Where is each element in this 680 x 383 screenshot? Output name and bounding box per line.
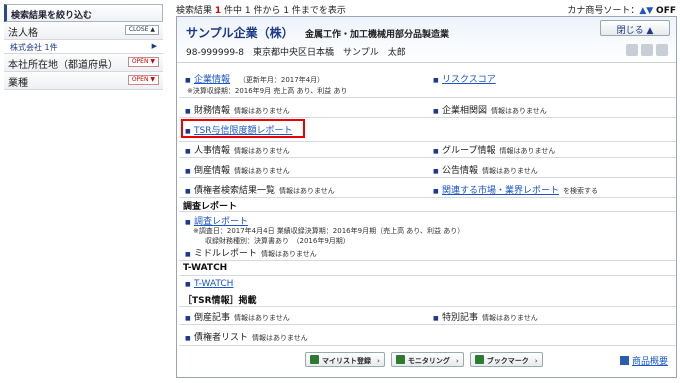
- rss-icon: [395, 355, 405, 364]
- bullet-icon: ■: [433, 188, 439, 195]
- open-toggle[interactable]: OPEN ▼: [127, 75, 159, 85]
- bullet-icon: ■: [185, 251, 191, 258]
- open-toggle[interactable]: OPEN ▼: [127, 57, 159, 67]
- bullet-icon: ■: [185, 128, 191, 135]
- chevron-down-icon: ▼: [150, 76, 155, 83]
- bullet-icon: ■: [185, 281, 191, 288]
- filter-option-kabushiki[interactable]: 株式会社 1件 ▶: [4, 40, 163, 54]
- bullet-icon: ■: [185, 108, 191, 115]
- chevron-right-icon: ▶: [151, 42, 157, 50]
- bullet-icon: ■: [185, 77, 191, 84]
- rss-icon[interactable]: [641, 44, 653, 56]
- document-icon: [619, 356, 629, 365]
- product-overview-link[interactable]: 商品概要: [632, 357, 668, 367]
- company-header: サンプル企業（株） 金属工作・加工機械用部分品製造業 98-999999-8 東…: [177, 17, 676, 63]
- chevron-right-icon: ›: [377, 357, 380, 365]
- company-panel: サンプル企業（株） 金属工作・加工機械用部分品製造業 98-999999-8 東…: [176, 16, 677, 378]
- close-button[interactable]: 閉じる ▲: [600, 20, 670, 36]
- twatch-row: ■ T-WATCH: [185, 279, 233, 289]
- survey-note-finance: 収録財務種別：決算書あり （2016年9月期）: [205, 237, 350, 245]
- twatch-section-title: T-WATCH: [183, 263, 228, 273]
- close-toggle[interactable]: CLOSE ▲: [124, 25, 159, 35]
- risk-score-row: ■ リスクスコア: [433, 72, 496, 85]
- debtor-search-row: ■ 債権者検索結果一覧 情報はありません: [185, 186, 335, 196]
- finance-row: ■ 財務情報 情報はありません: [185, 106, 290, 116]
- bullet-icon: ■: [433, 315, 439, 322]
- filter-group-label: 本社所在地（都道府県）: [8, 60, 118, 71]
- special-article-row: ■ 特別記事 情報はありません: [433, 313, 538, 323]
- filter-group-label: 業種: [8, 78, 28, 89]
- twatch-link[interactable]: T-WATCH: [194, 279, 233, 289]
- monitoring-button[interactable]: モニタリング ›: [390, 352, 464, 367]
- risk-score-link[interactable]: リスクスコア: [442, 75, 496, 85]
- filter-group-prefecture[interactable]: 本社所在地（都道府県） OPEN ▼: [4, 54, 163, 72]
- filter-group-industry[interactable]: 業種 OPEN ▼: [4, 72, 163, 90]
- survey-note: ※調査日：2017年4月4日 業績収録決算期：2016年9月期（売上高 あり、利…: [193, 227, 465, 235]
- product-overview: 商品概要: [619, 354, 668, 367]
- bullet-icon: ■: [185, 335, 191, 342]
- result-summary: 検索結果 1 件中 1 件から 1 件までを表示 カナ商号ソート：▲▼ OFF: [176, 3, 676, 16]
- bullet-icon: ■: [433, 168, 439, 175]
- mylist-button[interactable]: マイリスト登録 ›: [305, 352, 385, 367]
- list-icon: [310, 355, 319, 364]
- company-address: 98-999999-8 東京都中央区日本橋 サンプル 太郎: [186, 48, 406, 58]
- tsr-report-row: ■ TSR与信限度額レポート: [185, 123, 292, 136]
- group-row: ■ グループ情報 情報はありません: [433, 146, 556, 156]
- sort-desc-icon[interactable]: ▼: [646, 6, 653, 16]
- gazette-row: ■ 公告情報 情報はありません: [433, 166, 538, 176]
- corp-info-link[interactable]: 企業情報: [194, 75, 230, 85]
- personnel-row: ■ 人事情報 情報はありません: [185, 146, 290, 156]
- bookmark-icon[interactable]: [656, 44, 668, 56]
- corp-info-updated: （更新年月：2017年4月）: [238, 76, 325, 84]
- bookmark-button[interactable]: ブックマーク ›: [469, 352, 543, 367]
- chevron-right-icon: ›: [455, 357, 459, 365]
- bookmark-icon: [474, 355, 484, 364]
- bullet-icon: ■: [185, 188, 191, 195]
- bankruptcy-row: ■ 倒産情報 情報はありません: [185, 166, 290, 176]
- tsr-report-link[interactable]: TSR与信限度額レポート: [194, 126, 292, 136]
- corp-info-note: ※決算収録期：2016年9月 売上高 あり、利益 あり: [187, 87, 348, 95]
- market-report-row: ■ 関連する市場・業界レポート を検索する: [433, 186, 599, 196]
- action-buttons: マイリスト登録 › モニタリング › ブックマーク ›: [305, 352, 543, 367]
- filter-group-label: 法人格: [8, 28, 38, 39]
- chevron-up-icon: ▲: [150, 26, 155, 33]
- company-industry: 金属工作・加工機械用部分品製造業: [305, 30, 450, 40]
- bullet-icon: ■: [185, 315, 191, 322]
- middle-report-row: ■ ミドルレポート 情報はありません: [185, 249, 317, 259]
- filter-group-legal-form[interactable]: 法人格 CLOSE ▲: [4, 22, 163, 40]
- corp-info-row: ■ 企業情報 （更新年月：2017年4月）: [185, 72, 324, 85]
- kana-sort: カナ商号ソート：▲▼ OFF: [567, 6, 676, 16]
- chevron-down-icon: ▼: [150, 58, 155, 65]
- bullet-icon: ■: [433, 108, 439, 115]
- filter-panel-title: 検索結果を絞り込む: [4, 4, 163, 22]
- result-count: 1: [214, 6, 222, 16]
- bankruptcy-article-row: ■ 倒産記事 情報はありません: [185, 313, 290, 323]
- filter-panel: 検索結果を絞り込む 法人格 CLOSE ▲ 株式会社 1件 ▶ 本社所在地（都道…: [4, 4, 163, 90]
- bullet-icon: ■: [433, 77, 439, 84]
- bullet-icon: ■: [433, 148, 439, 155]
- bullet-icon: ■: [185, 219, 191, 226]
- chevron-right-icon: ›: [534, 357, 538, 365]
- tsr-section-title: ［TSR情報］掲載: [183, 296, 257, 306]
- market-report-link[interactable]: 関連する市場・業界レポート: [442, 186, 559, 196]
- bullet-icon: ■: [185, 168, 191, 175]
- company-name: サンプル企業（株）: [186, 26, 294, 40]
- debtor-list-row: ■ 債権者リスト 情報はありません: [185, 333, 308, 343]
- list-icon[interactable]: [626, 44, 638, 56]
- sort-off-button[interactable]: OFF: [656, 6, 676, 16]
- bullet-icon: ■: [185, 148, 191, 155]
- relations-row: ■ 企業相関図 情報はありません: [433, 106, 547, 116]
